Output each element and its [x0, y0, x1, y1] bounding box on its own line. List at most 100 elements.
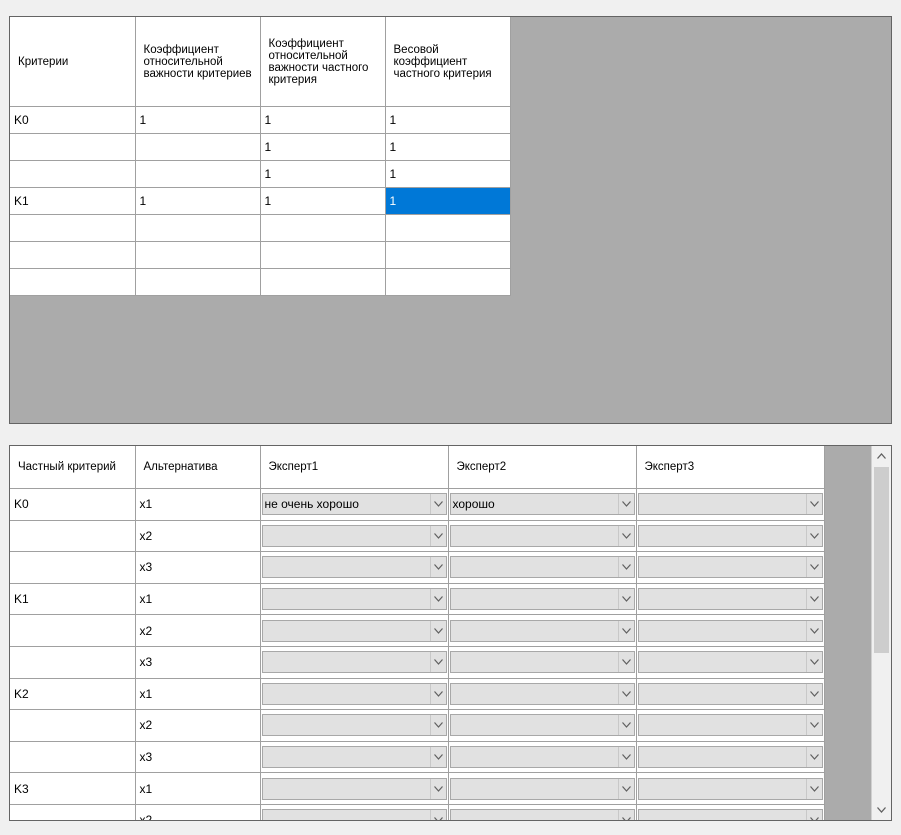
- chevron-down-icon[interactable]: [429, 810, 446, 820]
- chevron-down-icon[interactable]: [617, 589, 634, 610]
- expert-rating-dropdown[interactable]: не очень хорошо: [261, 493, 447, 516]
- expert-rating-dropdown[interactable]: [261, 809, 447, 820]
- chevron-down-icon[interactable]: [429, 557, 446, 578]
- chevron-down-icon[interactable]: [617, 778, 634, 799]
- expert-rating-dropdown[interactable]: [449, 556, 635, 579]
- vertical-scrollbar[interactable]: [871, 446, 891, 820]
- expert-rating-dropdown[interactable]: [449, 809, 635, 820]
- criteria-grid[interactable]: Критерии Коэффициент относительной важно…: [9, 16, 892, 424]
- expert-rating-dropdown[interactable]: [261, 746, 447, 769]
- column-header-expert2[interactable]: Эксперт2: [448, 446, 637, 489]
- criterion-cell[interactable]: [10, 520, 136, 553]
- expert-rating-dropdown[interactable]: [449, 746, 635, 769]
- expert-rating-dropdown[interactable]: [261, 777, 447, 800]
- criterion-cell[interactable]: K2: [10, 678, 136, 711]
- chevron-down-icon[interactable]: [429, 494, 446, 515]
- alternative-cell[interactable]: x2: [135, 804, 261, 820]
- chevron-down-icon[interactable]: [429, 778, 446, 799]
- criterion-cell[interactable]: K1: [10, 583, 136, 616]
- criterion-cell[interactable]: [10, 709, 136, 742]
- chevron-down-icon[interactable]: [805, 494, 822, 515]
- expert-rating-dropdown[interactable]: [449, 588, 635, 611]
- scroll-down-button[interactable]: [872, 800, 891, 820]
- chevron-down-icon[interactable]: [805, 557, 822, 578]
- alternative-cell[interactable]: x3: [135, 551, 261, 584]
- alternative-cell[interactable]: x1: [135, 583, 261, 616]
- column-header-partial-importance[interactable]: Коэффициент относительной важности частн…: [260, 17, 386, 107]
- table-cell[interactable]: K0: [10, 106, 136, 134]
- column-header-expert1[interactable]: Эксперт1: [260, 446, 449, 489]
- expert-rating-dropdown[interactable]: [637, 714, 823, 737]
- criterion-cell[interactable]: [10, 741, 136, 774]
- expert-rating-dropdown[interactable]: [637, 556, 823, 579]
- table-cell[interactable]: 1: [260, 133, 386, 161]
- table-cell[interactable]: [10, 268, 136, 296]
- table-cell[interactable]: [260, 241, 386, 269]
- expert-rating-dropdown[interactable]: [637, 682, 823, 705]
- table-cell[interactable]: [135, 268, 261, 296]
- chevron-down-icon[interactable]: [805, 652, 822, 673]
- criterion-cell[interactable]: [10, 646, 136, 679]
- chevron-down-icon[interactable]: [617, 683, 634, 704]
- expert-rating-dropdown[interactable]: [637, 588, 823, 611]
- expert-grid[interactable]: Частный критерий Альтернатива Эксперт1 Э…: [9, 445, 892, 821]
- expert-rating-dropdown[interactable]: [449, 682, 635, 705]
- expert-rating-dropdown[interactable]: хорошо: [449, 493, 635, 516]
- table-cell[interactable]: [135, 214, 261, 242]
- chevron-down-icon[interactable]: [429, 620, 446, 641]
- alternative-cell[interactable]: x1: [135, 678, 261, 711]
- table-cell[interactable]: [385, 241, 511, 269]
- table-cell[interactable]: [135, 160, 261, 188]
- table-cell[interactable]: 1: [135, 106, 261, 134]
- table-cell[interactable]: [10, 160, 136, 188]
- expert-rating-dropdown[interactable]: [449, 777, 635, 800]
- table-cell[interactable]: 1: [135, 187, 261, 215]
- alternative-cell[interactable]: x2: [135, 709, 261, 742]
- selected-cell[interactable]: 1: [385, 187, 511, 215]
- column-header-partial-criterion[interactable]: Частный критерий: [10, 446, 136, 489]
- chevron-down-icon[interactable]: [617, 557, 634, 578]
- table-cell[interactable]: K1: [10, 187, 136, 215]
- criterion-cell[interactable]: [10, 614, 136, 647]
- alternative-cell[interactable]: x2: [135, 520, 261, 553]
- expert-rating-dropdown[interactable]: [637, 493, 823, 516]
- alternative-cell[interactable]: x2: [135, 614, 261, 647]
- table-cell[interactable]: [385, 268, 511, 296]
- chevron-down-icon[interactable]: [805, 589, 822, 610]
- table-cell[interactable]: 1: [260, 160, 386, 188]
- chevron-down-icon[interactable]: [429, 589, 446, 610]
- criterion-cell[interactable]: K0: [10, 488, 136, 521]
- expert-rating-dropdown[interactable]: [637, 777, 823, 800]
- chevron-down-icon[interactable]: [617, 620, 634, 641]
- criterion-cell[interactable]: [10, 551, 136, 584]
- alternative-cell[interactable]: x1: [135, 488, 261, 521]
- chevron-down-icon[interactable]: [429, 652, 446, 673]
- table-cell[interactable]: [260, 214, 386, 242]
- criterion-cell[interactable]: K3: [10, 772, 136, 805]
- chevron-down-icon[interactable]: [429, 525, 446, 546]
- chevron-down-icon[interactable]: [805, 715, 822, 736]
- alternative-cell[interactable]: x1: [135, 772, 261, 805]
- table-cell[interactable]: [135, 133, 261, 161]
- expert-rating-dropdown[interactable]: [261, 619, 447, 642]
- table-cell[interactable]: 1: [385, 160, 511, 188]
- expert-rating-dropdown[interactable]: [449, 714, 635, 737]
- expert-rating-dropdown[interactable]: [637, 619, 823, 642]
- table-cell[interactable]: [10, 133, 136, 161]
- column-header-weight[interactable]: Весовой коэффициент частного критерия: [385, 17, 511, 107]
- scroll-thumb[interactable]: [874, 467, 889, 653]
- table-cell[interactable]: 1: [260, 106, 386, 134]
- chevron-down-icon[interactable]: [805, 620, 822, 641]
- table-cell[interactable]: [385, 214, 511, 242]
- expert-rating-dropdown[interactable]: [261, 651, 447, 674]
- criterion-cell[interactable]: [10, 804, 136, 820]
- chevron-down-icon[interactable]: [617, 494, 634, 515]
- expert-rating-dropdown[interactable]: [261, 714, 447, 737]
- chevron-down-icon[interactable]: [429, 747, 446, 768]
- table-cell[interactable]: 1: [260, 187, 386, 215]
- chevron-down-icon[interactable]: [429, 715, 446, 736]
- column-header-criteria[interactable]: Критерии: [10, 17, 136, 107]
- table-cell[interactable]: [10, 241, 136, 269]
- chevron-down-icon[interactable]: [617, 715, 634, 736]
- chevron-down-icon[interactable]: [617, 747, 634, 768]
